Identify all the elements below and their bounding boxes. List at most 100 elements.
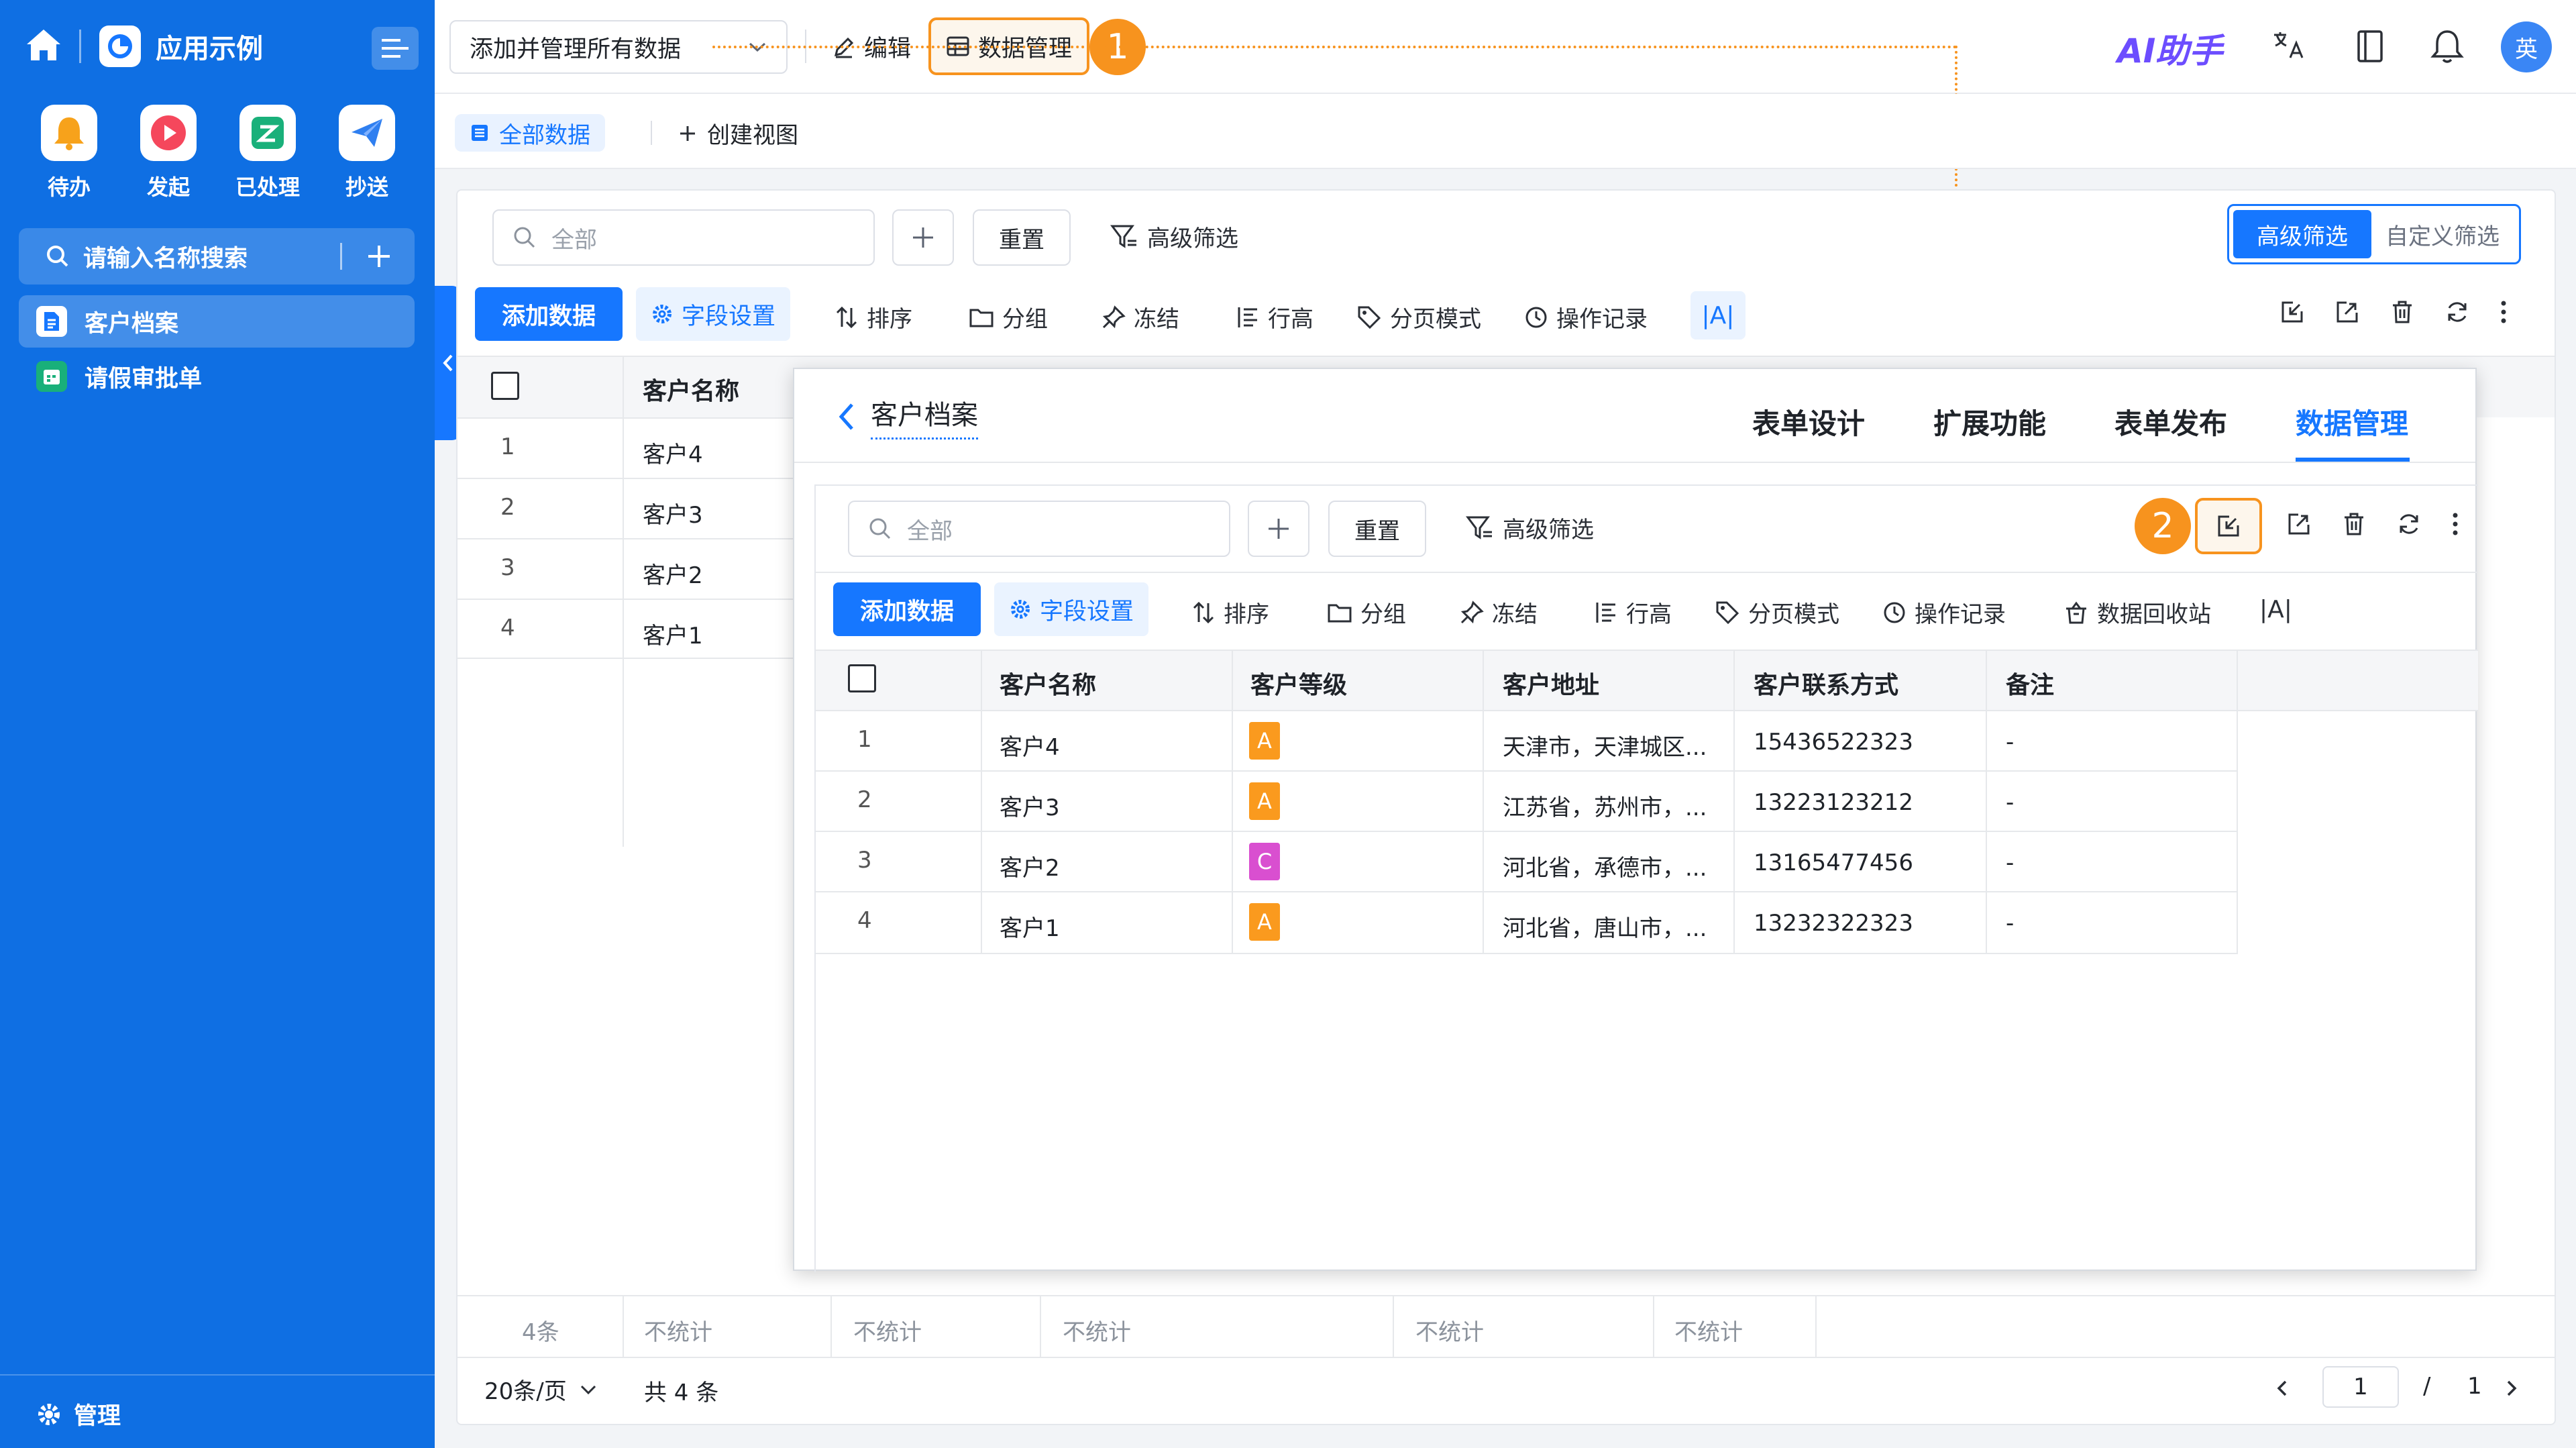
search-icon <box>514 227 535 248</box>
search-input[interactable]: 全部 <box>848 501 1230 557</box>
table-row[interactable]: 2 客户3 A 江苏省，苏州市，... 13223123212 - <box>816 772 2238 832</box>
tag-icon <box>1358 306 1381 329</box>
table-row[interactable]: 3 客户2 <box>458 538 793 599</box>
quick-app-start[interactable]: 发起 <box>131 105 205 201</box>
gear-icon <box>1010 600 1030 619</box>
recycle-bin-button[interactable]: 数据回收站 <box>2063 596 2211 629</box>
level-badge: A <box>1249 782 1280 820</box>
list-icon <box>472 125 488 141</box>
filter-icon <box>1466 516 1492 539</box>
notification-bell-icon[interactable] <box>2428 27 2466 66</box>
divider <box>651 121 652 145</box>
paging-mode-button[interactable]: 分页模式 <box>1715 596 1839 629</box>
group-button[interactable]: 分组 <box>969 301 1048 333</box>
tab-all-data[interactable]: 全部数据 <box>455 114 605 152</box>
table-row[interactable]: 1 客户4 <box>458 417 793 478</box>
refresh-icon[interactable] <box>2396 511 2422 537</box>
translate-icon[interactable] <box>2270 27 2308 64</box>
row-height-button[interactable]: 行高 <box>1236 301 1313 333</box>
column-header-phone: 客户联系方式 <box>1754 672 1899 699</box>
manage-button[interactable]: 管理 <box>38 1397 121 1431</box>
table-row[interactable]: 3 客户2 C 河北省，承德市，... 13165477456 - <box>816 832 2238 892</box>
sidebar: 应用示例 待办 发起 已处理 抄送 请输入名称搜索 客户档案 请假审批单 管理 <box>0 0 435 1448</box>
operation-log-button[interactable]: 操作记录 <box>1524 301 1648 333</box>
delete-icon[interactable] <box>2341 511 2367 537</box>
table-row[interactable]: 1 客户4 A 天津市，天津城区... 15436522323 - <box>816 711 2238 772</box>
sidebar-search-input[interactable]: 请输入名称搜索 <box>83 240 248 274</box>
menu-icon[interactable] <box>372 27 419 70</box>
more-icon[interactable] <box>2500 299 2508 325</box>
create-view-button[interactable]: 创建视图 <box>678 117 798 150</box>
total-count: 共 4 条 <box>644 1380 719 1406</box>
next-page-icon[interactable] <box>2504 1378 2520 1398</box>
field-settings-button[interactable]: 字段设置 <box>994 582 1148 636</box>
column-header-note: 备注 <box>2006 672 2055 699</box>
column-header-name: 客户名称 <box>1000 672 1097 699</box>
ai-assistant-button[interactable]: AI助手 <box>2117 24 2222 72</box>
add-filter-button[interactable] <box>892 209 954 266</box>
add-data-button[interactable]: 添加数据 <box>475 287 623 341</box>
text-fit-button[interactable]: |A| <box>1690 291 1746 340</box>
sidebar-item-leave[interactable]: 请假审批单 <box>19 350 415 403</box>
quick-app-done[interactable]: 已处理 <box>231 105 305 201</box>
export-icon[interactable] <box>2334 299 2360 325</box>
sidebar-search[interactable]: 请输入名称搜索 <box>19 228 415 285</box>
add-filter-button[interactable] <box>1248 501 1309 557</box>
field-settings-button[interactable]: 字段设置 <box>636 287 790 341</box>
folder-icon <box>1328 604 1352 622</box>
freeze-button[interactable]: 冻结 <box>1102 301 1179 333</box>
home-icon[interactable] <box>24 27 63 63</box>
search-input[interactable]: 全部 <box>492 209 875 266</box>
freeze-button[interactable]: 冻结 <box>1460 596 1538 629</box>
avatar[interactable]: 英 <box>2501 21 2552 72</box>
plus-icon[interactable] <box>366 244 392 269</box>
group-button[interactable]: 分组 <box>1327 596 1406 629</box>
prev-page-icon[interactable] <box>2274 1378 2290 1398</box>
table-row[interactable]: 4 客户1 <box>458 599 793 659</box>
tab-advanced-filter[interactable]: 高级筛选 <box>2233 210 2371 258</box>
advanced-filter-button[interactable]: 高级筛选 <box>1110 220 1238 253</box>
select-all-checkbox[interactable] <box>848 664 876 692</box>
refresh-icon[interactable] <box>2445 299 2470 325</box>
search-icon <box>47 246 68 267</box>
sort-button[interactable]: 排序 <box>835 301 912 333</box>
row-height-button[interactable]: 行高 <box>1594 596 1672 629</box>
level-badge: A <box>1249 722 1280 760</box>
page-input[interactable]: 1 <box>2322 1366 2399 1408</box>
sidebar-item-customer[interactable]: 客户档案 <box>19 295 415 348</box>
paging-mode-button[interactable]: 分页模式 <box>1356 301 1481 333</box>
add-data-button[interactable]: 添加数据 <box>833 582 981 636</box>
reset-button[interactable]: 重置 <box>1328 501 1426 557</box>
quick-app-cc[interactable]: 抄送 <box>330 105 404 201</box>
tab-form-design[interactable]: 表单设计 <box>1752 401 1865 442</box>
table-row[interactable]: 2 客户3 <box>458 478 793 538</box>
total-pages: 1 <box>2467 1373 2482 1400</box>
advanced-filter-button[interactable]: 高级筛选 <box>1465 511 1594 544</box>
tab-custom-filter[interactable]: 自定义筛选 <box>2371 210 2514 258</box>
select-all-checkbox[interactable] <box>491 372 519 400</box>
delete-icon[interactable] <box>2390 299 2415 325</box>
more-icon[interactable] <box>2451 511 2459 537</box>
reset-button[interactable]: 重置 <box>973 209 1071 266</box>
text-fit-button[interactable]: |A| <box>2259 596 2292 623</box>
tab-data-management[interactable]: 数据管理 <box>2296 401 2408 442</box>
table-row[interactable]: 4 客户1 A 河北省，唐山市，... 13232322323 - <box>816 892 2238 954</box>
book-icon[interactable] <box>2353 28 2387 64</box>
tab-extensions[interactable]: 扩展功能 <box>1933 401 2046 442</box>
chevron-left-icon <box>839 403 853 430</box>
page-size-select[interactable]: 20条/页 <box>484 1373 598 1406</box>
operation-log-button[interactable]: 操作记录 <box>1882 596 2006 629</box>
import-icon[interactable] <box>2279 299 2305 325</box>
tab-form-publish[interactable]: 表单发布 <box>2114 401 2227 442</box>
callout-badge-2: 2 <box>2135 498 2191 554</box>
calendar-icon <box>36 361 67 392</box>
quick-app-todo[interactable]: 待办 <box>32 105 106 201</box>
check-box-icon <box>239 105 296 161</box>
import-button[interactable] <box>2195 498 2262 554</box>
sort-button[interactable]: 排序 <box>1191 596 1269 629</box>
export-icon[interactable] <box>2286 511 2312 537</box>
pin-icon <box>1460 600 1484 623</box>
overlay-window: 客户档案 表单设计 扩展功能 表单发布 数据管理 全部 重置 高级筛选 2 添加… <box>793 368 2478 1272</box>
app-title: 应用示例 <box>156 34 263 64</box>
back-button[interactable]: 客户档案 <box>836 393 978 439</box>
